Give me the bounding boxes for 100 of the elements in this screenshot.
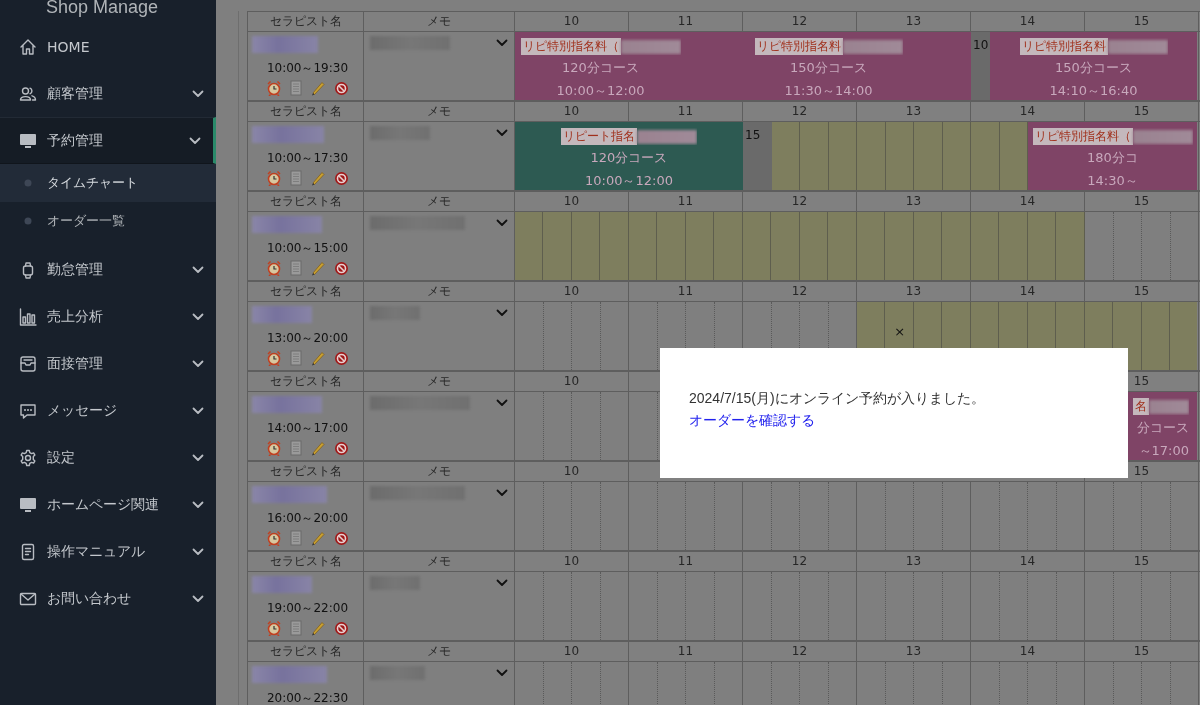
nav-item[interactable]: 予約管理: [0, 117, 216, 164]
redacted-text: [1149, 399, 1189, 414]
gear-icon: [19, 448, 37, 467]
column-header: メモ: [364, 552, 514, 571]
booking-block[interactable]: リピ特別指名料（ 120分コース 10:00～12:00: [515, 32, 686, 100]
prohibited-icon: [334, 440, 349, 456]
course-name: 180分コ: [1087, 149, 1138, 167]
column-header: 11: [629, 282, 742, 301]
booking-time: 10:00～12:00: [556, 82, 645, 100]
column-header: 13: [857, 192, 970, 211]
chevron-icon: [496, 129, 508, 137]
column-header: 14: [971, 12, 1084, 31]
column-header: 13: [857, 12, 970, 31]
redacted-text: [252, 576, 312, 593]
prohibited-icon: [334, 260, 349, 276]
column-header: メモ: [364, 192, 514, 211]
memo-select[interactable]: [370, 35, 508, 51]
redacted-text: [637, 129, 697, 144]
column-header: 10: [515, 462, 628, 481]
monitor-icon: [19, 495, 37, 514]
column-header: 12: [743, 552, 856, 571]
memo-select[interactable]: [370, 125, 508, 141]
column-header: セラピスト名: [248, 192, 363, 211]
cross-mark: ×: [893, 324, 907, 341]
column-header: 14: [971, 552, 1084, 571]
column-header: セラピスト名: [248, 642, 363, 661]
booking-tag: リピート指名: [561, 128, 637, 145]
memo-select[interactable]: [370, 665, 508, 681]
booking-block[interactable]: リピート指名 120分コース 10:00～12:00: [515, 122, 743, 190]
prohibited-icon: [334, 620, 349, 636]
nav-item[interactable]: メッセージ: [0, 387, 216, 434]
memo-select[interactable]: [370, 575, 508, 591]
booking-block[interactable]: リピ特別指名料 150分コース 11:30～14:00: [686, 32, 971, 100]
column-header: セラピスト名: [248, 102, 363, 121]
users-icon: [19, 84, 37, 103]
column-header: 13: [857, 102, 970, 121]
shift-time: 14:00～17:00: [266, 420, 349, 437]
interval-minutes: 15: [745, 128, 761, 142]
monitor-icon: [19, 131, 37, 150]
chevron-icon: [496, 579, 508, 587]
booking-block[interactable]: リピ特別指名料（ 180分コ 14:30～: [1028, 122, 1197, 190]
redacted-text: [252, 36, 318, 53]
booking-time: 14:10～16:40: [1049, 82, 1138, 100]
dot-icon: [24, 179, 32, 187]
booking-tag: リピ特別指名料: [1019, 38, 1108, 55]
nav-item[interactable]: ホームページ関連: [0, 481, 216, 528]
column-header: 15: [1085, 192, 1198, 211]
column-header: 15: [1085, 102, 1198, 121]
column-header: 10: [515, 12, 628, 31]
redacted-text: [842, 39, 903, 54]
tray-icon: [19, 354, 37, 373]
redacted-text: [620, 39, 681, 54]
memo-select[interactable]: [370, 305, 508, 321]
nav-item[interactable]: お問い合わせ: [0, 575, 216, 622]
column-header: セラピスト名: [248, 12, 363, 31]
column-header: 14: [971, 192, 1084, 211]
column-header: 12: [743, 12, 856, 31]
column-header: 12: [743, 192, 856, 211]
column-header: メモ: [364, 102, 514, 121]
column-header: 13: [857, 282, 970, 301]
pencil-icon: [310, 170, 326, 186]
nav-item[interactable]: 売上分析: [0, 293, 216, 340]
memo-select[interactable]: [370, 485, 508, 501]
booking-tag: リピ特別指名料（: [520, 38, 621, 55]
nav-item[interactable]: 設定: [0, 434, 216, 481]
notepad-icon: [290, 530, 302, 546]
nav-item[interactable]: 面接管理: [0, 340, 216, 387]
interval-minutes: 10: [973, 38, 989, 52]
chat-icon: [19, 401, 37, 420]
redacted-text: [252, 306, 312, 323]
nav-item[interactable]: 勤怠管理: [0, 246, 216, 293]
memo-select[interactable]: [370, 215, 508, 231]
nav-item[interactable]: 顧客管理: [0, 70, 216, 117]
column-header: 15: [1085, 642, 1198, 661]
redacted-text: [252, 126, 324, 143]
column-header: 15: [1085, 282, 1198, 301]
prohibited-icon: [334, 530, 349, 546]
column-header: 11: [629, 102, 742, 121]
booking-block[interactable]: リピ特別指名料 150分コース 14:10～16:40: [990, 32, 1197, 100]
column-header: 13: [857, 552, 970, 571]
nav-item[interactable]: 操作マニュアル: [0, 528, 216, 575]
submenu-item[interactable]: オーダー一覧: [0, 202, 216, 240]
shift-time: 19:00～22:00: [266, 600, 349, 617]
column-header: メモ: [364, 462, 514, 481]
chevron-icon: [496, 489, 508, 497]
booking-time: ～17:00: [1138, 442, 1189, 460]
chevron-icon: [496, 309, 508, 317]
course-name: 120分コース: [562, 59, 639, 77]
column-header: 11: [629, 12, 742, 31]
notepad-icon: [290, 80, 302, 96]
chevron-icon: [496, 39, 508, 47]
pencil-icon: [310, 440, 326, 456]
submenu-item[interactable]: タイムチャート: [0, 164, 216, 202]
pencil-icon: [310, 350, 326, 366]
column-header: セラピスト名: [248, 552, 363, 571]
memo-select[interactable]: [370, 395, 508, 411]
shift-time: 10:00～15:00: [266, 240, 349, 257]
nav-item[interactable]: HOME: [0, 23, 216, 70]
view-order-link[interactable]: オーダーを確認する: [689, 412, 815, 430]
shift-time: 16:00～20:00: [266, 510, 349, 527]
